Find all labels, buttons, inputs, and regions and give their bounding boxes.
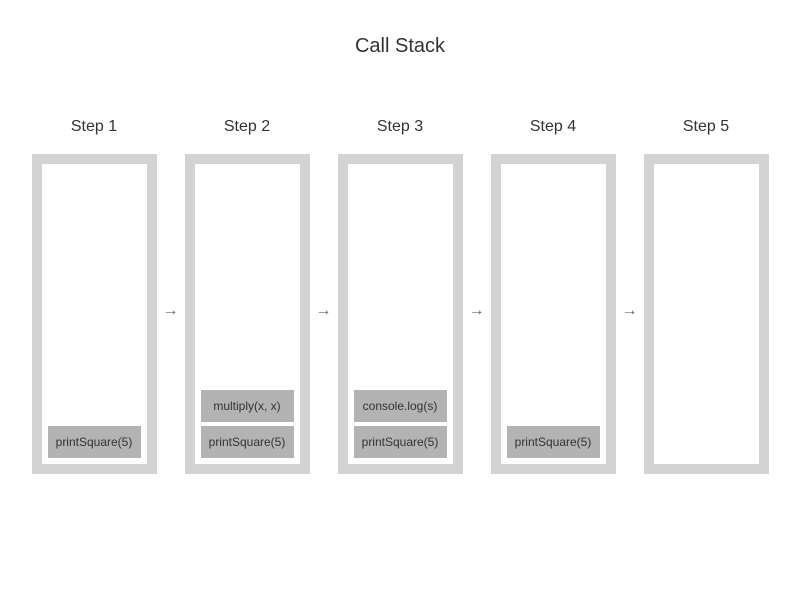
step-label: Step 1: [71, 118, 117, 136]
arrow-right-icon: →: [469, 302, 485, 320]
stack-box: printSquare(5) console.log(s): [338, 154, 463, 474]
arrow-right-icon: →: [316, 302, 332, 320]
stack-box: printSquare(5): [491, 154, 616, 474]
stack-frame: multiply(x, x): [201, 390, 294, 422]
stack-box: [644, 154, 769, 474]
stack-frame: printSquare(5): [354, 426, 447, 458]
step-5: Step 5: [644, 118, 769, 474]
step-label: Step 5: [683, 118, 729, 136]
arrow-right-icon: →: [163, 302, 179, 320]
step-4: Step 4 printSquare(5): [491, 118, 616, 474]
stack-box: printSquare(5): [32, 154, 157, 474]
step-label: Step 3: [377, 118, 423, 136]
arrow-right-icon: →: [622, 302, 638, 320]
step-label: Step 4: [530, 118, 576, 136]
stack-frame: printSquare(5): [507, 426, 600, 458]
stack-frame: printSquare(5): [48, 426, 141, 458]
step-1: Step 1 printSquare(5): [32, 118, 157, 474]
stack-frame: console.log(s): [354, 390, 447, 422]
stack-box: printSquare(5) multiply(x, x): [185, 154, 310, 474]
diagram-title: Call Stack: [0, 0, 800, 58]
step-3: Step 3 printSquare(5) console.log(s): [338, 118, 463, 474]
steps-row: Step 1 printSquare(5) → Step 2 printSqua…: [0, 118, 800, 474]
step-label: Step 2: [224, 118, 270, 136]
stack-frame: printSquare(5): [201, 426, 294, 458]
step-2: Step 2 printSquare(5) multiply(x, x): [185, 118, 310, 474]
